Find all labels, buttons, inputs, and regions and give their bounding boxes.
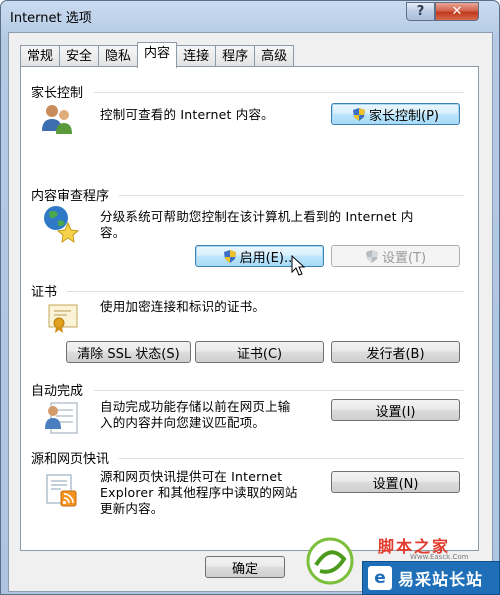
ok-button[interactable]: 确定 <box>205 556 285 578</box>
feeds-description-line1: 源和网页快讯提供可在 Internet <box>100 469 283 484</box>
parental-controls-button-label: 家长控制(P) <box>369 108 439 124</box>
clear-ssl-state-button[interactable]: 清除 SSL 状态(S) <box>66 341 191 363</box>
parental-controls-title: 家长控制 <box>31 86 84 101</box>
autocomplete-settings-button[interactable]: 设置(I) <box>331 399 460 421</box>
certificates-description: 使用加密连接和标识的证书。 <box>100 299 266 314</box>
feeds-description-line2: Explorer 和其他程序中读取的网站 <box>100 485 298 500</box>
certificates-button[interactable]: 证书(C) <box>195 341 324 363</box>
feed-icon <box>46 474 77 507</box>
tab-strip: 常规 安全 隐私 内容 连接 程序 高级 <box>20 42 295 68</box>
watermark-site-badge: e 易采站长站 <box>362 561 500 595</box>
tab-programs[interactable]: 程序 <box>215 45 256 67</box>
tab-general[interactable]: 常规 <box>20 45 61 67</box>
content-advisor-description-line1: 分级系统可帮助您控制在该计算机上看到的 Internet 内 <box>100 209 414 224</box>
mouse-cursor-icon <box>291 255 306 276</box>
autocomplete-description-line2: 入的内容并向您建议匹配项。 <box>100 415 266 430</box>
content-advisor-description-line2: 容。 <box>100 225 126 240</box>
feeds-title: 源和网页快讯 <box>31 452 110 467</box>
parental-controls-button[interactable]: 家长控制(P) <box>331 103 460 125</box>
tab-connections[interactable]: 连接 <box>176 45 217 67</box>
window-title: Internet 选项 <box>10 11 92 26</box>
content-advisor-settings-button[interactable]: 设置(T) <box>331 245 460 267</box>
autocomplete-title: 自动完成 <box>31 384 84 399</box>
section-divider <box>94 390 464 391</box>
uac-shield-icon <box>365 249 378 263</box>
section-divider <box>119 195 464 196</box>
tab-privacy[interactable]: 隐私 <box>98 45 139 67</box>
globe-star-icon <box>44 206 80 243</box>
dialog-body: 常规 安全 隐私 内容 连接 程序 高级 家长控制 控制可查看的 Interne… <box>8 32 493 592</box>
certificate-icon <box>48 304 78 333</box>
enable-button-label: 启用(E)... <box>239 250 297 266</box>
certificates-title: 证书 <box>31 285 58 300</box>
section-divider <box>119 458 464 459</box>
content-panel: 家长控制 控制可查看的 Internet 内容。 家长控制(P) 内容审查程序 <box>20 66 479 551</box>
content-advisor-title: 内容审查程序 <box>31 189 110 204</box>
watermark-e-logo-icon: e <box>368 566 392 590</box>
tab-advanced[interactable]: 高级 <box>254 45 295 67</box>
feeds-description-line3: 更新内容。 <box>100 501 164 516</box>
parental-controls-description: 控制可查看的 Internet 内容。 <box>100 107 274 122</box>
dialog-window: Internet 选项 ? ✕ 常规 安全 隐私 内容 连接 程序 高级 家长控… <box>0 0 500 595</box>
section-divider <box>67 291 464 292</box>
help-button[interactable]: ? <box>406 2 435 21</box>
uac-shield-icon <box>223 249 236 263</box>
feeds-settings-button[interactable]: 设置(N) <box>331 471 460 493</box>
watermark-site-name: 易采站长站 <box>398 570 484 589</box>
watermark-swirl-logo <box>306 537 354 585</box>
tab-security[interactable]: 安全 <box>59 45 100 67</box>
autocomplete-description-line1: 自动完成功能存储以前在网页上输 <box>100 399 291 414</box>
section-divider <box>94 92 464 93</box>
autocomplete-form-icon <box>45 402 78 434</box>
advisor-settings-button-label: 设置(T) <box>381 250 427 266</box>
close-button[interactable]: ✕ <box>435 2 479 21</box>
parental-users-icon <box>42 105 72 134</box>
uac-shield-icon <box>353 107 365 121</box>
tab-content[interactable]: 内容 <box>137 42 178 68</box>
publishers-button[interactable]: 发行者(B) <box>331 341 460 363</box>
